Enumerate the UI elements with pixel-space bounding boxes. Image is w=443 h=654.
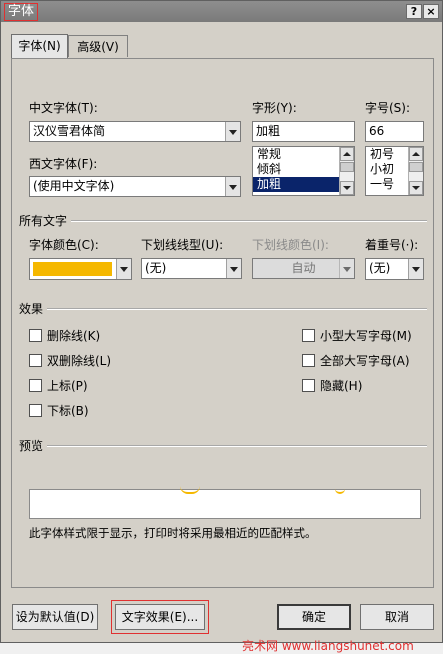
- chevron-down-icon[interactable]: [408, 259, 423, 279]
- checkbox-box[interactable]: [29, 379, 42, 392]
- preview-box: [29, 489, 421, 519]
- hidden-checkbox[interactable]: 隐藏(H): [302, 378, 362, 394]
- help-button[interactable]: ?: [406, 4, 422, 19]
- chinese-font-value: 汉仪雪君体简: [33, 124, 106, 138]
- checkbox-label: 上标(P): [47, 379, 88, 393]
- font-style-list[interactable]: 常规 倾斜 加粗: [252, 146, 355, 196]
- text-effects-button[interactable]: 文字效果(E)...: [111, 600, 209, 634]
- effects-group: 效果: [12, 300, 435, 317]
- scroll-up-icon[interactable]: [409, 147, 423, 161]
- divider: [20, 308, 427, 310]
- font-size-label: 字号(S):: [365, 101, 411, 115]
- chevron-down-icon[interactable]: [116, 259, 131, 279]
- scroll-down-icon[interactable]: [340, 181, 354, 195]
- font-style-value: 加粗: [256, 124, 281, 138]
- chevron-down-icon[interactable]: [226, 259, 241, 278]
- checkbox-box[interactable]: [302, 354, 315, 367]
- double-strikethrough-checkbox[interactable]: 双删除线(L): [29, 353, 111, 369]
- divider: [20, 220, 427, 222]
- all-text-group: 所有文字: [12, 212, 435, 229]
- dialog-title: 字体: [4, 3, 39, 21]
- font-color-select[interactable]: [29, 258, 132, 280]
- font-dialog: 字体 ? × 字体(N) 高级(V) 中文字体(T): 汉仪雪君体简 字形(Y)…: [0, 0, 443, 653]
- checkbox-label: 下标(B): [47, 404, 89, 418]
- western-font-value: (使用中文字体): [33, 179, 115, 193]
- checkbox-box[interactable]: [29, 404, 42, 417]
- preview-note: 此字体样式限于显示，打印时将采用最相近的匹配样式。: [29, 526, 317, 540]
- checkbox-label: 隐藏(H): [320, 379, 363, 393]
- checkbox-label: 删除线(K): [47, 329, 101, 343]
- underline-color-value: 自动: [291, 261, 316, 275]
- font-size-list[interactable]: 初号 小初 一号: [365, 146, 424, 196]
- set-default-button[interactable]: 设为默认值(D): [12, 604, 98, 630]
- checkbox-box[interactable]: [302, 329, 315, 342]
- chevron-down-icon[interactable]: [225, 122, 240, 141]
- underline-style-select[interactable]: (无): [141, 258, 242, 279]
- checkbox-label: 全部大写字母(A): [320, 354, 410, 368]
- checkbox-box[interactable]: [29, 354, 42, 367]
- all-text-group-label: 所有文字: [19, 212, 72, 229]
- underline-style-value: (无): [145, 261, 167, 275]
- chevron-down-icon: [339, 259, 354, 278]
- superscript-checkbox[interactable]: 上标(P): [29, 378, 88, 394]
- watermark: 亮术网 www.liangshunet.com: [242, 639, 414, 653]
- chinese-font-select[interactable]: 汉仪雪君体简: [29, 121, 241, 142]
- ok-button[interactable]: 确定: [277, 604, 351, 630]
- font-size-input[interactable]: 66: [365, 121, 424, 142]
- title-bar: 字体 ? ×: [1, 1, 442, 22]
- small-caps-checkbox[interactable]: 小型大写字母(M): [302, 328, 412, 344]
- tab-advanced[interactable]: 高级(V): [68, 35, 128, 57]
- underline-style-label: 下划线线型(U):: [141, 238, 224, 252]
- preview-text-fragment: [335, 484, 345, 494]
- checkbox-box[interactable]: [29, 329, 42, 342]
- preview-text-fragment: [180, 484, 200, 494]
- scroll-down-icon[interactable]: [409, 181, 423, 195]
- scrollbar[interactable]: [339, 147, 354, 195]
- underline-color-label: 下划线颜色(I):: [252, 238, 329, 252]
- checkbox-label: 双删除线(L): [47, 354, 112, 368]
- western-font-label: 西文字体(F):: [29, 157, 98, 171]
- tab-font[interactable]: 字体(N): [11, 34, 68, 58]
- cancel-button[interactable]: 取消: [360, 604, 434, 630]
- scroll-up-icon[interactable]: [340, 147, 354, 161]
- divider: [20, 445, 427, 447]
- chinese-font-label: 中文字体(T):: [29, 101, 98, 115]
- checkbox-label: 小型大写字母(M): [320, 329, 412, 343]
- emphasis-label: 着重号(·):: [365, 238, 419, 252]
- preview-group: 预览: [12, 437, 435, 454]
- effects-group-label: 效果: [19, 300, 48, 317]
- emphasis-value: (无): [369, 261, 391, 275]
- preview-group-label: 预览: [19, 437, 48, 454]
- scrollbar[interactable]: [408, 147, 423, 195]
- font-style-label: 字形(Y):: [252, 101, 297, 115]
- tab-panel-font: 中文字体(T): 汉仪雪君体简 字形(Y): 加粗 常规 倾斜 加粗 字号(S)…: [11, 58, 435, 653]
- underline-color-select: 自动: [252, 258, 355, 279]
- close-button[interactable]: ×: [423, 4, 439, 19]
- all-caps-checkbox[interactable]: 全部大写字母(A): [302, 353, 410, 369]
- strikethrough-checkbox[interactable]: 删除线(K): [29, 328, 100, 344]
- scroll-thumb[interactable]: [409, 162, 423, 172]
- scroll-thumb[interactable]: [340, 162, 354, 172]
- font-style-input[interactable]: 加粗: [252, 121, 355, 142]
- color-swatch: [33, 262, 112, 276]
- chevron-down-icon[interactable]: [225, 177, 240, 196]
- emphasis-select[interactable]: (无): [365, 258, 424, 280]
- font-color-label: 字体颜色(C):: [29, 238, 99, 252]
- checkbox-box[interactable]: [302, 379, 315, 392]
- subscript-checkbox[interactable]: 下标(B): [29, 403, 89, 419]
- western-font-select[interactable]: (使用中文字体): [29, 176, 241, 197]
- font-size-value: 66: [369, 124, 385, 138]
